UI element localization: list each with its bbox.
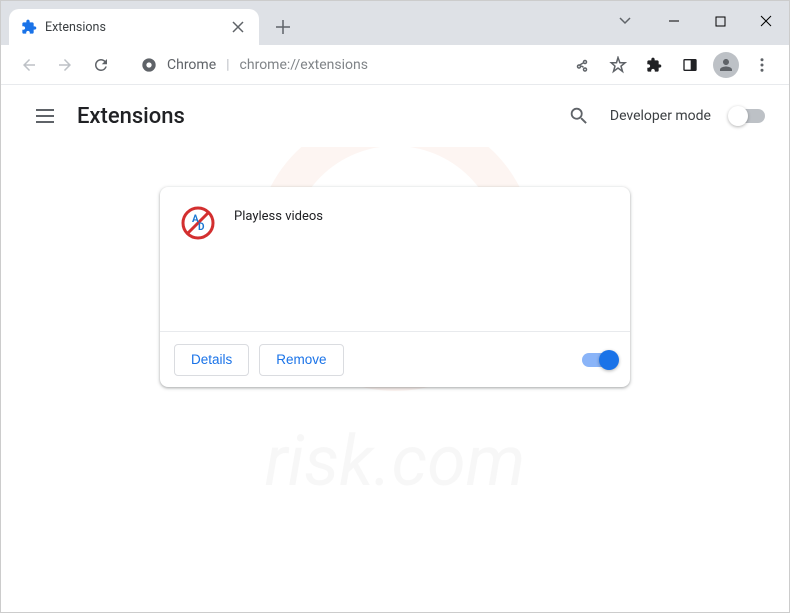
share-icon[interactable]: [567, 50, 597, 80]
tab-strip: Extensions: [1, 1, 789, 45]
remove-button[interactable]: Remove: [259, 344, 343, 376]
close-window-button[interactable]: [743, 1, 789, 41]
window-controls: [607, 1, 789, 41]
reload-button[interactable]: [85, 49, 117, 81]
extension-puzzle-icon: [21, 19, 37, 35]
svg-text:D: D: [198, 222, 205, 233]
details-button[interactable]: Details: [174, 344, 249, 376]
maximize-button[interactable]: [697, 1, 743, 41]
browser-toolbar: Chrome | chrome://extensions: [1, 45, 789, 85]
omnibox-text: Chrome | chrome://extensions: [167, 57, 368, 73]
close-tab-icon[interactable]: [229, 18, 247, 36]
hamburger-icon: [36, 109, 54, 123]
extension-enable-toggle[interactable]: [582, 353, 616, 367]
page-toolbar: Extensions Developer mode: [1, 85, 789, 147]
tab-dropdown-icon[interactable]: [607, 17, 643, 25]
profile-avatar[interactable]: [711, 50, 741, 80]
active-tab[interactable]: Extensions: [9, 9, 259, 45]
tab-title: Extensions: [45, 20, 221, 35]
content-area: A D Playless videos Details Remove: [1, 147, 789, 427]
new-tab-button[interactable]: [269, 13, 297, 41]
extensions-puzzle-icon[interactable]: [639, 50, 669, 80]
back-button[interactable]: [13, 49, 45, 81]
extension-name: Playless videos: [234, 205, 323, 313]
developer-mode-toggle[interactable]: [731, 109, 765, 123]
extension-card: A D Playless videos Details Remove: [160, 187, 630, 387]
address-bar[interactable]: Chrome | chrome://extensions: [129, 50, 555, 80]
extension-icon: A D: [180, 205, 216, 241]
page-title: Extensions: [77, 104, 185, 129]
chrome-icon: [141, 57, 157, 73]
minimize-button[interactable]: [651, 1, 697, 41]
menu-button[interactable]: [25, 96, 65, 136]
developer-mode-label: Developer mode: [610, 108, 711, 124]
side-panel-icon[interactable]: [675, 50, 705, 80]
forward-button[interactable]: [49, 49, 81, 81]
bookmark-star-icon[interactable]: [603, 50, 633, 80]
search-icon[interactable]: [568, 105, 590, 127]
kebab-menu-icon[interactable]: [747, 50, 777, 80]
